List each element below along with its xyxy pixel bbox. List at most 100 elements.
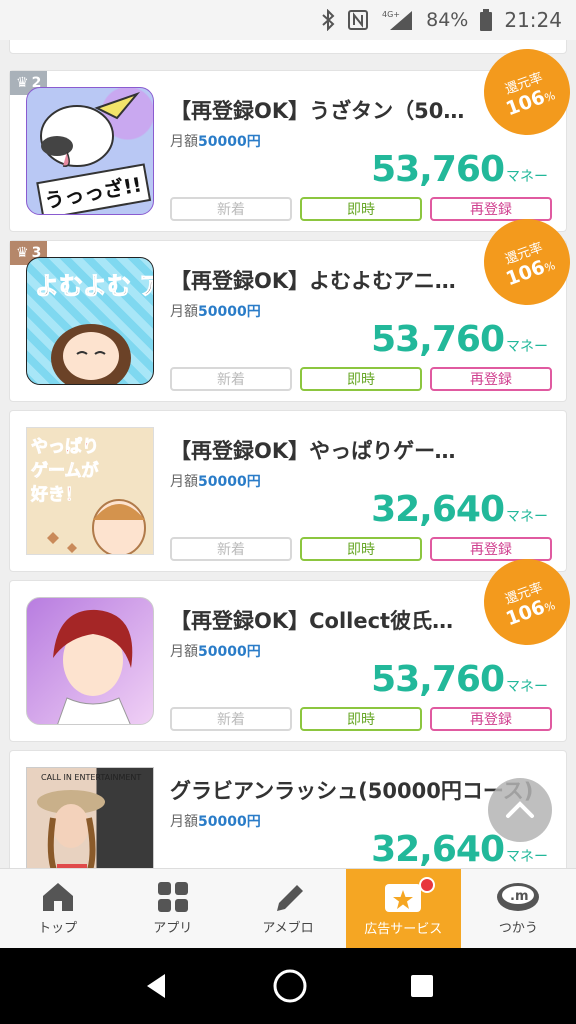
- anime-girl-illustration: よむよむ アニメ: [35, 272, 154, 384]
- list-item-app[interactable]: 【再登録OK】Collect彼氏（5... 月額50000円 53,760 マネー…: [9, 546, 576, 742]
- back-icon[interactable]: [141, 971, 171, 1001]
- crown-icon: ♛: [16, 245, 29, 261]
- tag-new: 新着: [170, 537, 292, 561]
- tab-top[interactable]: トップ: [0, 869, 115, 948]
- monthly-value: 50000円: [198, 474, 261, 490]
- tab-label: 広告サービス: [364, 922, 443, 937]
- app-title: 【再登録OK】Collect彼氏（5...: [170, 609, 470, 633]
- thumbnail-text: よむよむ アニメ: [35, 272, 154, 300]
- reward-amount: 53,760 マネー: [371, 659, 548, 700]
- reward-amount: 53,760 マネー: [371, 149, 548, 190]
- tab-use[interactable]: .m つかう: [461, 869, 576, 948]
- reward-number: 53,760: [371, 149, 505, 190]
- reward-number: 32,640: [371, 829, 505, 868]
- tag-instant: 即時: [300, 197, 422, 221]
- nfc-icon: [348, 9, 369, 31]
- tag-rereg: 再登録: [430, 537, 552, 561]
- pencil-icon: [277, 885, 303, 911]
- list-item-app[interactable]: ♛ 3 よむよむ アニメ 【再登録OK】よむよむアニメ... 月額50000円 …: [9, 206, 576, 402]
- money-coin-icon: .m: [497, 883, 540, 911]
- return-rate-badge: 還元率 106%: [471, 40, 576, 148]
- bottom-tab-bar: トップ アプリ アメブロ 広告サービス .m つかう: [0, 868, 576, 948]
- tag-new: 新着: [170, 707, 292, 731]
- thumbnail-text: CALL IN ENTERTAINMENT: [41, 773, 141, 782]
- tab-label: アプリ: [153, 921, 193, 936]
- tab-ad-service[interactable]: 広告サービス: [345, 869, 461, 948]
- reward-unit: マネー: [506, 849, 548, 865]
- thumbnail-text: やっぱりゲームが好き！: [30, 436, 99, 505]
- tag-instant: 即時: [300, 707, 422, 731]
- list-item-app[interactable]: やっぱりゲームが好き！ 【再登録OK】やっぱりゲームが好... 月額50000円…: [9, 410, 567, 572]
- monthly-fee: 月額50000円: [170, 131, 261, 151]
- thumb-line-3: 好き！: [30, 484, 82, 505]
- monthly-label: 月額: [170, 814, 198, 830]
- home-icon: [42, 883, 73, 911]
- chevron-up-icon: [506, 801, 534, 818]
- monthly-fee: 月額50000円: [170, 301, 261, 321]
- monthly-fee: 月額50000円: [170, 471, 261, 491]
- network-label: 4G+: [382, 10, 400, 19]
- reward-amount: 53,760 マネー: [371, 319, 548, 360]
- tab-apps[interactable]: アプリ: [115, 869, 230, 948]
- monthly-label: 月額: [170, 644, 198, 660]
- apps-grid-icon: [157, 882, 188, 912]
- app-thumbnail: [26, 597, 154, 725]
- anime-boy-illustration: [53, 609, 133, 724]
- tab-label: つかう: [498, 921, 538, 936]
- signal-icon: 4G+: [380, 9, 414, 31]
- monthly-fee: 月額50000円: [170, 641, 261, 661]
- reward-unit: マネー: [506, 509, 548, 525]
- list-item-app[interactable]: ♛ 2 うっっざ!! 【再登録OK】うざタン（500... 月額50000円 5…: [9, 40, 576, 232]
- monthly-value: 50000円: [198, 134, 261, 150]
- monthly-label: 月額: [170, 134, 198, 150]
- reward-number: 53,760: [371, 319, 505, 360]
- scroll-to-top-button[interactable]: [488, 778, 552, 842]
- monthly-value: 50000円: [198, 304, 261, 320]
- app-title: 【再登録OK】よむよむアニメ...: [170, 269, 470, 293]
- list-item-previous[interactable]: [9, 40, 567, 54]
- tag-new: 新着: [170, 367, 292, 391]
- recents-icon[interactable]: [409, 973, 435, 999]
- tag-row: 新着 即時 再登録: [170, 537, 552, 561]
- app-thumbnail: うっっざ!!: [26, 87, 154, 215]
- thumb-line-2: ゲームが: [31, 460, 99, 481]
- app-thumbnail: CALL IN ENTERTAINMENT: [26, 767, 154, 868]
- app-title: 【再登録OK】うざタン（500...: [170, 99, 470, 123]
- monthly-label: 月額: [170, 474, 198, 490]
- reward-amount: 32,640 マネー: [371, 489, 548, 530]
- tag-instant: 即時: [300, 537, 422, 561]
- tag-row: 新着 即時 再登録: [170, 367, 552, 391]
- coin-glyph: .m: [510, 889, 528, 904]
- monthly-label: 月額: [170, 304, 198, 320]
- game-girl-illustration: やっぱりゲームが好き！: [30, 436, 146, 554]
- app-list-feed[interactable]: ♛ 2 うっっざ!! 【再登録OK】うざタン（500... 月額50000円 5…: [0, 40, 576, 868]
- ad-service-icon: [385, 884, 422, 912]
- tag-rereg: 再登録: [430, 367, 552, 391]
- app-thumbnail: やっぱりゲームが好き！: [26, 427, 154, 555]
- tab-label: アメブロ: [262, 921, 314, 936]
- system-navigation-bar: [0, 948, 576, 1024]
- tag-new: 新着: [170, 197, 292, 221]
- tab-label: トップ: [38, 921, 78, 936]
- tag-instant: 即時: [300, 367, 422, 391]
- crown-icon: ♛: [16, 75, 29, 91]
- tag-rereg: 再登録: [430, 707, 552, 731]
- battery-percent: 84%: [426, 9, 469, 31]
- reward-unit: マネー: [506, 169, 548, 185]
- list-item-app[interactable]: CALL IN ENTERTAINMENT グラビアンラッシュ(50000円コー…: [9, 750, 567, 868]
- tag-rereg: 再登録: [430, 197, 552, 221]
- monthly-value: 50000円: [198, 814, 261, 830]
- clock: 21:24: [504, 8, 562, 32]
- monthly-value: 50000円: [198, 644, 261, 660]
- bluetooth-icon: [320, 9, 336, 31]
- home-circle-icon[interactable]: [272, 968, 308, 1004]
- app-thumbnail: よむよむ アニメ: [26, 257, 154, 385]
- reward-number: 32,640: [371, 489, 505, 530]
- tab-ameblo[interactable]: アメブロ: [230, 869, 345, 948]
- thumb-line-1: やっぱり: [31, 436, 99, 457]
- reward-unit: マネー: [506, 679, 548, 695]
- notification-dot: [418, 877, 435, 893]
- reward-unit: マネー: [506, 339, 548, 355]
- tag-row: 新着 即時 再登録: [170, 197, 552, 221]
- gravure-photo: CALL IN ENTERTAINMENT: [37, 773, 141, 868]
